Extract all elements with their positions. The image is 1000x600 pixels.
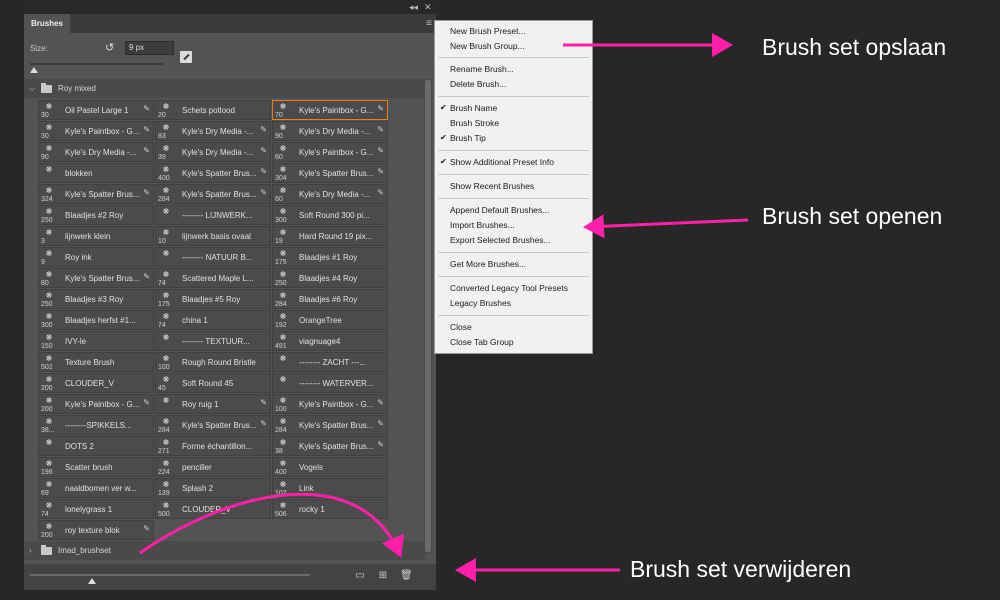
annotation-arrows [139, 33, 749, 582]
arrow-open [583, 214, 749, 239]
arrow-curve-to-trash [139, 492, 405, 558]
